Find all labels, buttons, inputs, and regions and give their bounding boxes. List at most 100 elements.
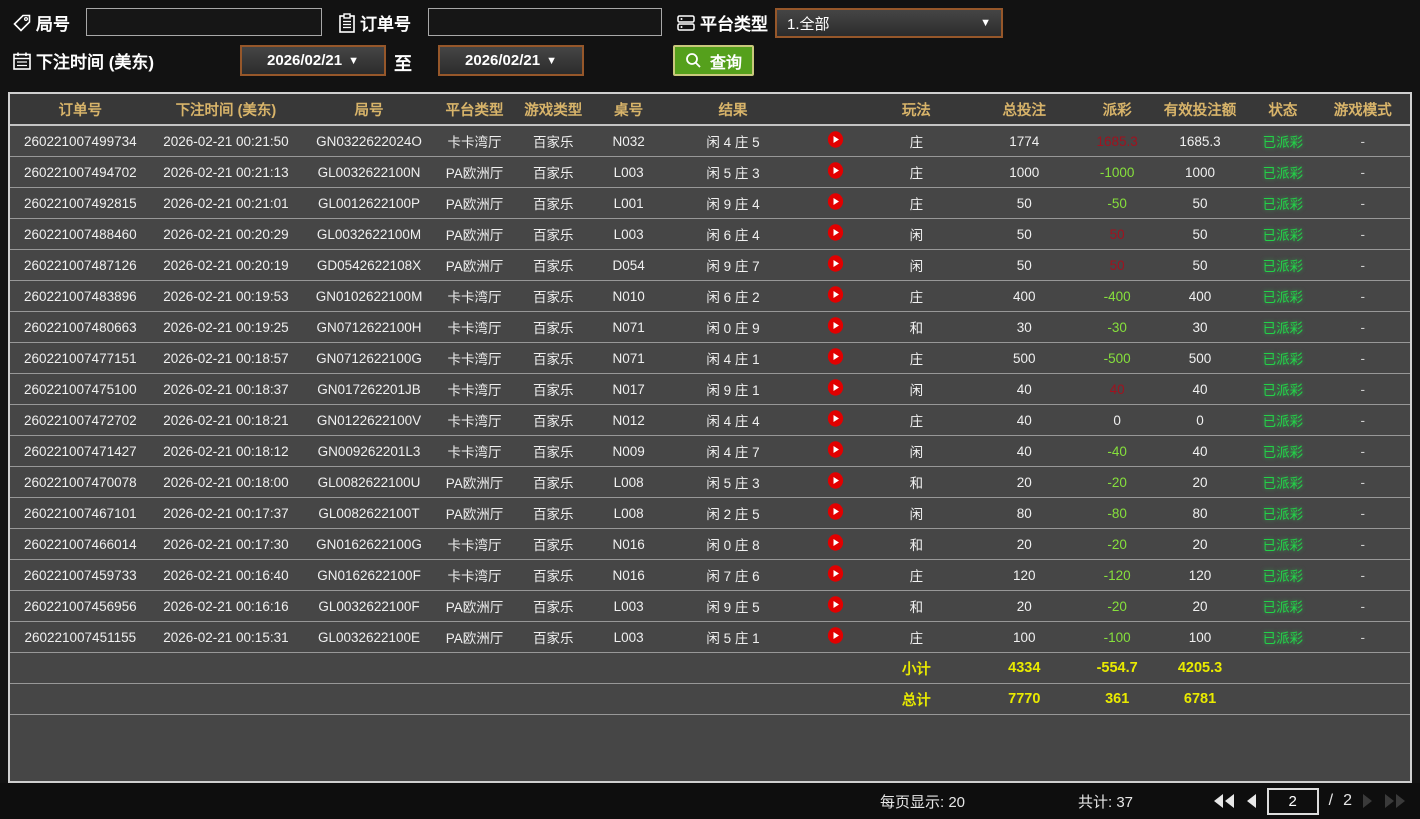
empty-cell bbox=[512, 683, 595, 715]
cell-payout: -20 bbox=[1084, 528, 1150, 560]
date-from-select[interactable]: 2026/02/21 ▼ bbox=[240, 45, 386, 76]
empty-cell bbox=[662, 683, 804, 715]
cell-replay[interactable] bbox=[803, 373, 869, 405]
bet-time-label: 下注时间 (美东) bbox=[36, 53, 155, 72]
order-no-filter: 订单号 bbox=[338, 10, 411, 35]
cell-payout: -100 bbox=[1084, 621, 1150, 653]
cell-replay[interactable] bbox=[803, 187, 869, 219]
cell-replay[interactable] bbox=[803, 590, 869, 622]
game-no-label: 局号 bbox=[36, 15, 70, 34]
last-page-button[interactable] bbox=[1384, 794, 1406, 808]
order-no-input[interactable] bbox=[428, 8, 662, 36]
replay-video-icon[interactable] bbox=[827, 410, 844, 427]
cell-valid_bet: 50 bbox=[1149, 249, 1251, 281]
game-no-input[interactable] bbox=[86, 8, 322, 36]
cell-bet_time: 2026-02-21 00:19:53 bbox=[150, 280, 302, 312]
replay-video-icon[interactable] bbox=[827, 224, 844, 241]
cell-result: 闲 6 庄 4 bbox=[662, 218, 804, 250]
cell-order_no: 260221007451155 bbox=[10, 621, 151, 653]
cell-game_no: GL0032622100M bbox=[301, 218, 437, 250]
replay-video-icon[interactable] bbox=[827, 286, 844, 303]
cell-bet_time: 2026-02-21 00:16:16 bbox=[150, 590, 302, 622]
replay-video-icon[interactable] bbox=[827, 472, 844, 489]
replay-video-icon[interactable] bbox=[827, 596, 844, 613]
query-button[interactable]: 查询 bbox=[673, 45, 755, 76]
platform-type-select[interactable]: 1.全部 ▼ bbox=[775, 8, 1003, 38]
subtotal-row-label: 小计 bbox=[868, 652, 965, 684]
replay-video-icon[interactable] bbox=[827, 379, 844, 396]
cell-replay[interactable] bbox=[803, 559, 869, 591]
cell-replay[interactable] bbox=[803, 435, 869, 467]
column-header-valid_bet: 有效投注额 bbox=[1149, 94, 1251, 126]
date-to-select[interactable]: 2026/02/21 ▼ bbox=[438, 45, 584, 76]
cell-order_no: 260221007475100 bbox=[10, 373, 151, 405]
cell-replay[interactable] bbox=[803, 311, 869, 343]
grand-total-row: 总计 7770 361 6781 bbox=[10, 683, 1410, 715]
cell-bet_time: 2026-02-21 00:17:37 bbox=[150, 497, 302, 529]
cell-replay[interactable] bbox=[803, 342, 869, 374]
cell-result: 闲 4 庄 7 bbox=[662, 435, 804, 467]
cell-bet_time: 2026-02-21 00:18:00 bbox=[150, 466, 302, 498]
empty-cell bbox=[301, 652, 437, 684]
cell-platform: 卡卡湾厅 bbox=[436, 311, 513, 343]
column-header-game_no: 局号 bbox=[301, 94, 437, 126]
cell-result: 闲 9 庄 5 bbox=[662, 590, 804, 622]
cell-bet_time: 2026-02-21 00:20:29 bbox=[150, 218, 302, 250]
cell-game_mode: - bbox=[1315, 559, 1410, 591]
chevron-down-icon: ▼ bbox=[348, 54, 359, 67]
cell-play_type: 和 bbox=[868, 311, 965, 343]
cell-total_bet: 400 bbox=[964, 280, 1085, 312]
cell-bet_time: 2026-02-21 00:18:12 bbox=[150, 435, 302, 467]
next-page-button[interactable] bbox=[1362, 794, 1374, 808]
cell-replay[interactable] bbox=[803, 528, 869, 560]
replay-video-icon[interactable] bbox=[827, 131, 844, 148]
cell-play_type: 庄 bbox=[868, 187, 965, 219]
cell-replay[interactable] bbox=[803, 497, 869, 529]
page-number-input[interactable] bbox=[1266, 787, 1319, 815]
cell-order_no: 260221007487126 bbox=[10, 249, 151, 281]
cell-result: 闲 4 庄 5 bbox=[662, 125, 804, 157]
replay-video-icon[interactable] bbox=[827, 534, 844, 551]
cell-result: 闲 7 庄 6 bbox=[662, 559, 804, 591]
replay-video-icon[interactable] bbox=[827, 317, 844, 334]
cell-platform: PA欧洲厅 bbox=[436, 187, 513, 219]
cell-replay[interactable] bbox=[803, 156, 869, 188]
results-table-container: 订单号 下注时间 (美东) 局号 平台类型 游戏类型 桌号 结果 玩法 总投注 派彩 有效投注额 状态… bbox=[8, 92, 1412, 783]
cell-game_no: GN0162622100F bbox=[301, 559, 437, 591]
cell-result: 闲 5 庄 3 bbox=[662, 156, 804, 188]
first-page-button[interactable] bbox=[1213, 794, 1235, 808]
empty-cell bbox=[10, 652, 151, 684]
cell-replay[interactable] bbox=[803, 466, 869, 498]
cell-order_no: 260221007459733 bbox=[10, 559, 151, 591]
cell-total_bet: 100 bbox=[964, 621, 1085, 653]
platform-type-value: 1.全部 bbox=[787, 15, 830, 33]
cell-play_type: 庄 bbox=[868, 156, 965, 188]
replay-video-icon[interactable] bbox=[827, 193, 844, 210]
cell-table_no: L003 bbox=[594, 156, 663, 188]
cell-valid_bet: 20 bbox=[1149, 590, 1251, 622]
replay-video-icon[interactable] bbox=[827, 255, 844, 272]
cell-replay[interactable] bbox=[803, 125, 869, 157]
cell-game_mode: - bbox=[1315, 466, 1410, 498]
previous-page-button[interactable] bbox=[1245, 794, 1257, 808]
cell-replay[interactable] bbox=[803, 621, 869, 653]
replay-video-icon[interactable] bbox=[827, 348, 844, 365]
chevron-down-icon: ▼ bbox=[980, 17, 991, 29]
cell-replay[interactable] bbox=[803, 249, 869, 281]
cell-table_no: D054 bbox=[594, 249, 663, 281]
cell-game_no: GN0322622024O bbox=[301, 125, 437, 157]
replay-video-icon[interactable] bbox=[827, 503, 844, 520]
cell-status: 已派彩 bbox=[1250, 559, 1316, 591]
cell-replay[interactable] bbox=[803, 404, 869, 436]
cell-result: 闲 9 庄 1 bbox=[662, 373, 804, 405]
cell-game_no: GN0162622100G bbox=[301, 528, 437, 560]
cell-game_type: 百家乐 bbox=[512, 497, 595, 529]
cell-replay[interactable] bbox=[803, 280, 869, 312]
cell-order_no: 260221007470078 bbox=[10, 466, 151, 498]
replay-video-icon[interactable] bbox=[827, 565, 844, 582]
replay-video-icon[interactable] bbox=[827, 627, 844, 644]
cell-game_type: 百家乐 bbox=[512, 435, 595, 467]
cell-replay[interactable] bbox=[803, 218, 869, 250]
replay-video-icon[interactable] bbox=[827, 162, 844, 179]
replay-video-icon[interactable] bbox=[827, 441, 844, 458]
